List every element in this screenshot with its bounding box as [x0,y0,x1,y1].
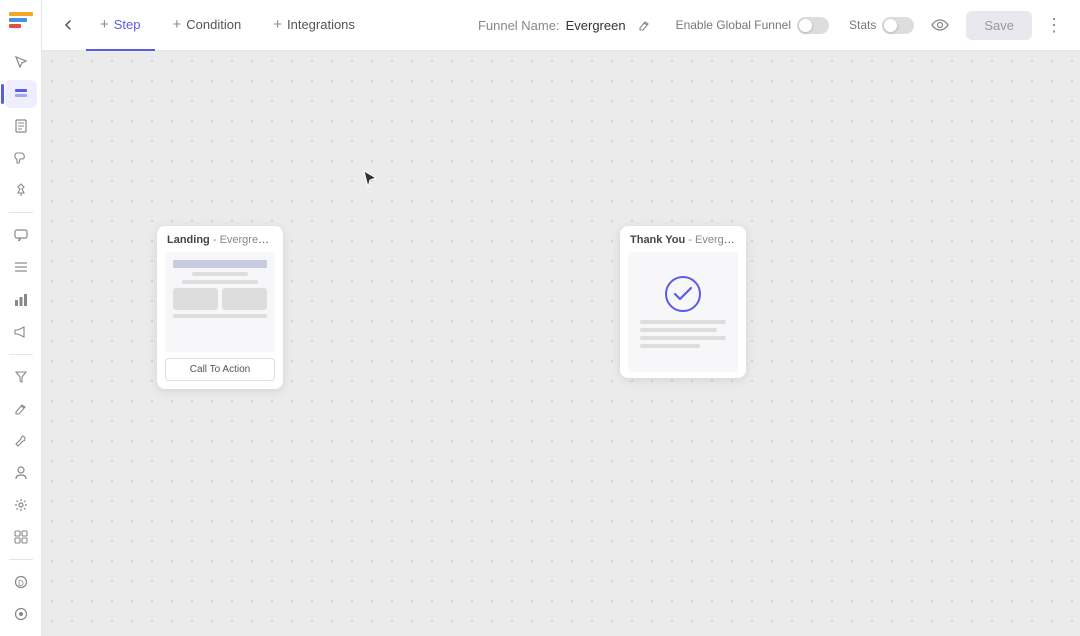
tab-step-plus: + [100,16,109,33]
ty-line2 [640,328,717,332]
sidebar-item-draw[interactable] [5,395,37,423]
thankyou-card-header: Thank You - Evergreen Tha... [620,226,746,252]
topbar: + Step + Condition + Integrations Funnel… [42,0,1080,51]
sidebar-item-pin[interactable] [5,176,37,204]
landing-preview-row [173,288,267,310]
edit-funnel-name-button[interactable] [632,13,656,37]
landing-card-body [165,252,275,352]
tab-condition[interactable]: + Condition [159,0,256,51]
landing-preview-line3 [173,314,267,318]
tab-condition-plus: + [173,16,182,33]
sidebar-item-circle-d[interactable]: D [5,568,37,596]
sidebar-item-pages[interactable] [5,112,37,140]
thankyou-step-name: - Evergreen Tha... [688,234,746,246]
ty-line1 [640,320,726,324]
sidebar-divider-2 [9,354,33,355]
enable-global-funnel-label: Enable Global Funnel [676,18,791,32]
sidebar-item-megaphone[interactable] [5,318,37,346]
landing-preview-line2 [182,280,257,284]
stats-section: Stats [849,17,914,34]
funnel-name-value: Evergreen [566,18,626,33]
landing-cta-button[interactable]: Call To Action [165,358,275,381]
sidebar-divider-3 [9,559,33,560]
tab-step-label: Step [114,17,141,32]
sidebar-item-grid[interactable] [5,523,37,551]
sidebar: D [0,0,42,636]
cursor-indicator [362,169,378,196]
sidebar-item-chart[interactable] [5,286,37,314]
sidebar-item-layers[interactable] [5,80,37,108]
landing-card-header: Landing - Evergreen Lan... [157,226,283,252]
back-button[interactable] [54,11,82,39]
thankyou-card[interactable]: Thank You - Evergreen Tha... [620,226,746,378]
enable-global-funnel-toggle[interactable] [797,17,829,34]
funnel-name-label: Funnel Name: [478,18,560,33]
tab-integrations-plus: + [273,16,282,33]
landing-card[interactable]: Landing - Evergreen Lan... Call To Actio… [157,226,283,389]
save-button[interactable]: Save [966,11,1032,40]
tab-step[interactable]: + Step [86,0,155,51]
landing-step-name: - Evergreen Lan... [213,234,283,246]
stats-label: Stats [849,18,876,32]
main-area: + Step + Condition + Integrations Funnel… [42,0,1080,636]
thankyou-preview-lines [636,320,730,348]
ty-line3 [640,336,726,340]
funnel-name-section: Funnel Name: Evergreen [478,13,656,37]
sidebar-item-funnel[interactable] [5,363,37,391]
sidebar-item-circle-2[interactable] [5,600,37,628]
enable-global-funnel-section: Enable Global Funnel [676,17,829,34]
thankyou-step-type: Thank You [630,234,685,246]
thankyou-card-body [628,252,738,372]
landing-step-type: Landing [167,234,210,246]
sidebar-item-person[interactable] [5,459,37,487]
tab-integrations[interactable]: + Integrations [259,0,369,51]
landing-preview-box1 [173,288,218,310]
stats-toggle[interactable] [882,17,914,34]
app-logo[interactable] [5,8,37,36]
more-options-button[interactable]: ⋮ [1040,11,1068,39]
sidebar-item-chat[interactable] [5,221,37,249]
sidebar-divider-1 [9,212,33,213]
landing-preview-line1 [192,272,248,276]
landing-card-footer: Call To Action [157,358,283,389]
preview-button[interactable] [926,11,954,39]
sidebar-item-thumbsdown[interactable] [5,144,37,172]
canvas[interactable]: Landing - Evergreen Lan... Call To Actio… [42,51,1080,636]
tab-condition-label: Condition [186,17,241,32]
sidebar-item-cursor[interactable] [5,48,37,76]
sidebar-item-list[interactable] [5,253,37,281]
sidebar-item-tools[interactable] [5,427,37,455]
landing-preview-header [173,260,267,268]
landing-preview-box2 [222,288,267,310]
ty-line4 [640,344,700,348]
sidebar-item-settings[interactable] [5,491,37,519]
tab-integrations-label: Integrations [287,17,355,32]
svg-text:D: D [18,579,24,588]
thankyou-check-icon [665,276,701,312]
